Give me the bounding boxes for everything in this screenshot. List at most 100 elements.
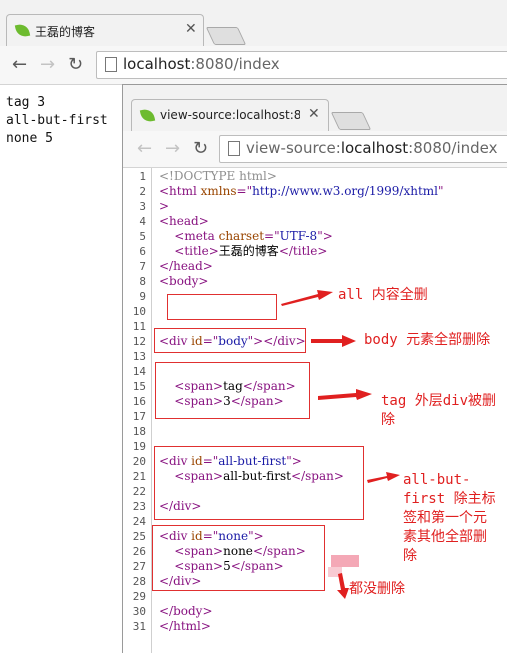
outer-toolbar: ← → ↻ localhost:8080/index: [0, 46, 507, 85]
source-token: [159, 229, 174, 243]
line-number: 6: [139, 245, 146, 258]
source-token: =": [202, 454, 219, 468]
page-icon: [105, 57, 117, 72]
new-tab-button[interactable]: [330, 112, 372, 130]
source-line: <span>3</span>: [159, 394, 284, 409]
source-line: </body>: [159, 604, 213, 619]
source-line: <html xmlns="http://www.w3.org/1999/xhtm…: [159, 184, 444, 199]
line-number: 8: [139, 275, 146, 288]
page-text-line: tag 3: [6, 95, 46, 110]
close-icon[interactable]: ✕: [185, 21, 197, 37]
view-source-window: view-source:localhost:8 ✕ ← → ↻ view-sou…: [122, 84, 507, 653]
source-line: <div id="none">: [159, 529, 264, 544]
new-tab-button[interactable]: [205, 27, 247, 45]
source-line: <div id="body"></div>: [159, 334, 306, 349]
source-token: <div: [159, 454, 192, 468]
line-number: 1: [139, 170, 146, 183]
line-number: 29: [132, 590, 146, 603]
reload-icon[interactable]: ↻: [193, 138, 208, 159]
source-token: [159, 559, 174, 573]
forward-arrow-icon[interactable]: →: [165, 138, 180, 159]
source-token: ">: [317, 229, 333, 243]
source-token: [159, 544, 174, 558]
line-number: 24: [132, 515, 146, 528]
source-line: </head>: [159, 259, 213, 274]
source-line: >: [159, 199, 169, 214]
back-arrow-icon[interactable]: ←: [137, 138, 152, 159]
line-number: 22: [132, 485, 146, 498]
line-number: 7: [139, 260, 146, 273]
forward-arrow-icon[interactable]: →: [40, 54, 55, 75]
source-line: <title>王磊的博客</title>: [159, 244, 327, 259]
line-number: 3: [139, 200, 146, 213]
source-token: </span>: [230, 559, 284, 573]
outer-tab-strip: 王磊的博客 ✕: [0, 0, 507, 47]
source-token: xmlns: [200, 184, 237, 198]
source-token: charset: [218, 229, 265, 243]
line-number: 11: [132, 320, 146, 333]
source-token: id: [191, 529, 203, 543]
source-token: <span>: [174, 469, 224, 483]
source-token: <head>: [159, 214, 209, 228]
source-token: <span>: [174, 559, 224, 573]
source-token: http://www.w3.org/1999/xhtml: [252, 184, 439, 198]
leaf-favicon-icon: [139, 107, 156, 124]
source-token: <div: [159, 529, 192, 543]
line-number: 14: [132, 365, 146, 378]
source-token: </span>: [291, 469, 344, 483]
line-number: 12: [132, 335, 146, 348]
source-token: ">: [286, 454, 302, 468]
source-token: <body>: [159, 274, 209, 288]
line-number: 17: [132, 410, 146, 423]
source-token: </body>: [159, 604, 213, 618]
view-source-tab[interactable]: view-source:localhost:8 ✕: [131, 99, 329, 132]
source-token: </span>: [230, 394, 284, 408]
source-line: <meta charset="UTF-8">: [159, 229, 333, 244]
line-number-gutter: 1 2 3 4 5 6 7 8 9 10 11 12 13 14 15 16 17 18 19 20 21 22 23 24 2…: [123, 168, 152, 653]
reload-icon[interactable]: ↻: [68, 54, 83, 75]
source-line: </html>: [159, 619, 211, 634]
source-token: body: [218, 334, 248, 348]
line-number: 5: [139, 230, 146, 243]
outer-address-bar[interactable]: localhost:8080/index: [96, 51, 507, 79]
source-token: id: [191, 334, 203, 348]
line-number: 15: [132, 380, 146, 393]
inner-url: view-source:localhost:8080/index: [246, 139, 498, 157]
close-icon[interactable]: ✕: [308, 106, 320, 122]
line-number: 25: [132, 530, 146, 543]
inner-tab-strip: view-source:localhost:8 ✕: [123, 85, 507, 132]
source-token: </span>: [252, 544, 306, 558]
source-line: <head>: [159, 214, 209, 229]
leaf-favicon-icon: [14, 22, 31, 39]
line-number: 9: [139, 290, 146, 303]
back-arrow-icon[interactable]: ←: [12, 54, 27, 75]
source-token: [159, 379, 174, 393]
line-number: 18: [132, 425, 146, 438]
source-token: </head>: [159, 259, 213, 273]
source-token: <span>: [174, 394, 224, 408]
inner-tab-title: view-source:localhost:8: [160, 108, 300, 122]
line-number: 21: [132, 470, 146, 483]
page-icon: [228, 141, 240, 156]
source-token: =": [264, 229, 280, 243]
source-token: all-but-first: [223, 469, 292, 483]
source-view: 1 2 3 4 5 6 7 8 9 10 11 12 13 14 15 16 17 18 19 20 21 22 23 24 2…: [123, 168, 507, 653]
source-token: =": [202, 529, 219, 543]
source-token: tag: [223, 379, 243, 393]
inner-address-bar[interactable]: view-source:localhost:8080/index: [219, 135, 507, 163]
source-token: "></div>: [247, 334, 306, 348]
outer-tab[interactable]: 王磊的博客 ✕: [6, 14, 204, 47]
line-number: 27: [132, 560, 146, 573]
source-line: <body>: [159, 274, 208, 289]
source-token: UTF-8: [279, 229, 318, 243]
source-token: <!DOCTYPE html>: [159, 169, 277, 183]
inner-toolbar: ← → ↻ view-source:localhost:8080/index: [123, 131, 507, 168]
source-token: </title>: [278, 244, 328, 258]
source-token: <html: [159, 184, 201, 198]
source-token: </html>: [159, 619, 211, 633]
source-token: [159, 244, 174, 258]
source-token: [159, 394, 174, 408]
source-line: <!DOCTYPE html>: [159, 169, 277, 184]
source-code: <!DOCTYPE html> <html xmlns="http://www.w…: [153, 168, 507, 653]
source-token: <span>: [174, 544, 224, 558]
